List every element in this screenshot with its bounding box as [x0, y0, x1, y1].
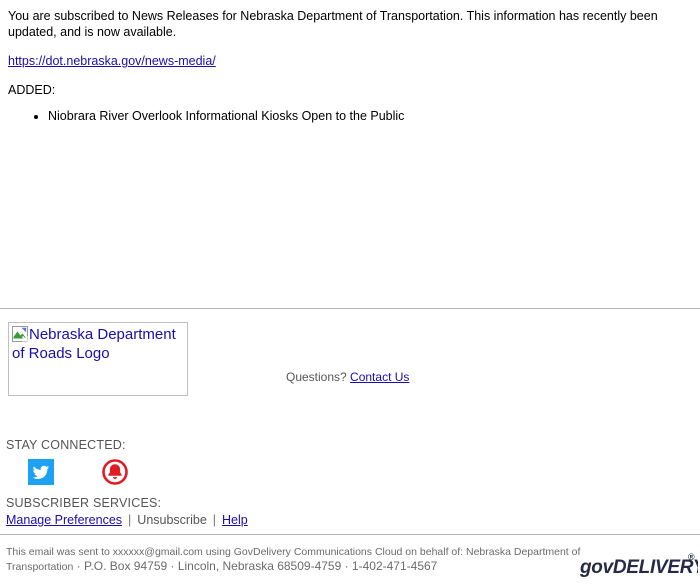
footer-divider-bottom: [0, 534, 700, 535]
svg-text:®: ®: [688, 552, 695, 562]
bell-icon[interactable]: [102, 459, 128, 485]
manage-preferences-link[interactable]: Manage Preferences: [6, 513, 122, 527]
footer-brand-row: Nebraska Department of Roads Logo Questi…: [0, 318, 700, 404]
stay-connected-label: STAY CONNECTED:: [6, 438, 126, 452]
news-media-link[interactable]: https://dot.nebraska.gov/news-media/: [8, 54, 216, 68]
legal-line-2: Transportation · P.O. Box 94759 · Lincol…: [6, 559, 586, 574]
legal-address: · P.O. Box 94759 · Lincoln, Nebraska 685…: [76, 559, 438, 573]
email-body: You are subscribed to News Releases for …: [0, 0, 700, 124]
added-label: ADDED:: [8, 83, 56, 97]
stay-connected-section: STAY CONNECTED:: [6, 437, 406, 485]
questions-block: Questions? Contact Us: [286, 370, 409, 385]
list-item: Niobrara River Overlook Informational Ki…: [48, 108, 692, 124]
help-link[interactable]: Help: [222, 513, 248, 527]
subscriber-services-links: Manage Preferences | Unsubscribe | Help: [6, 512, 406, 528]
subscriber-services-label: SUBSCRIBER SERVICES:: [6, 496, 162, 510]
broken-image-alt-text: Nebraska Department of Roads Logo: [12, 325, 184, 363]
agency-logo-broken-image: Nebraska Department of Roads Logo: [8, 322, 188, 396]
govdelivery-logo: govDELIVERY ®: [579, 550, 700, 580]
legal-agency-name: Transportation: [6, 561, 74, 573]
link-separator-2: |: [212, 513, 217, 527]
broken-image-icon: [12, 326, 29, 343]
added-items-list: Niobrara River Overlook Informational Ki…: [8, 108, 692, 124]
twitter-icon[interactable]: [28, 459, 54, 485]
footer-divider-top: [0, 308, 700, 309]
unsubscribe-label[interactable]: Unsubscribe: [137, 513, 206, 527]
legal-footer: This email was sent to xxxxxx@gmail.com …: [6, 546, 586, 574]
news-media-link-line: https://dot.nebraska.gov/news-media/: [8, 54, 692, 69]
contact-us-link[interactable]: Contact Us: [350, 370, 409, 384]
legal-line-1: This email was sent to xxxxxx@gmail.com …: [6, 546, 581, 558]
broken-image-alt-label: Nebraska Department of Roads Logo: [12, 326, 176, 362]
svg-text:govDELIVERY: govDELIVERY: [580, 557, 698, 578]
questions-label: Questions?: [286, 370, 347, 384]
intro-paragraph: You are subscribed to News Releases for …: [8, 9, 658, 39]
link-separator-1: |: [128, 513, 132, 527]
subscriber-services-section: SUBSCRIBER SERVICES: Manage Preferences |…: [6, 495, 406, 528]
social-icons-row: [6, 459, 406, 485]
